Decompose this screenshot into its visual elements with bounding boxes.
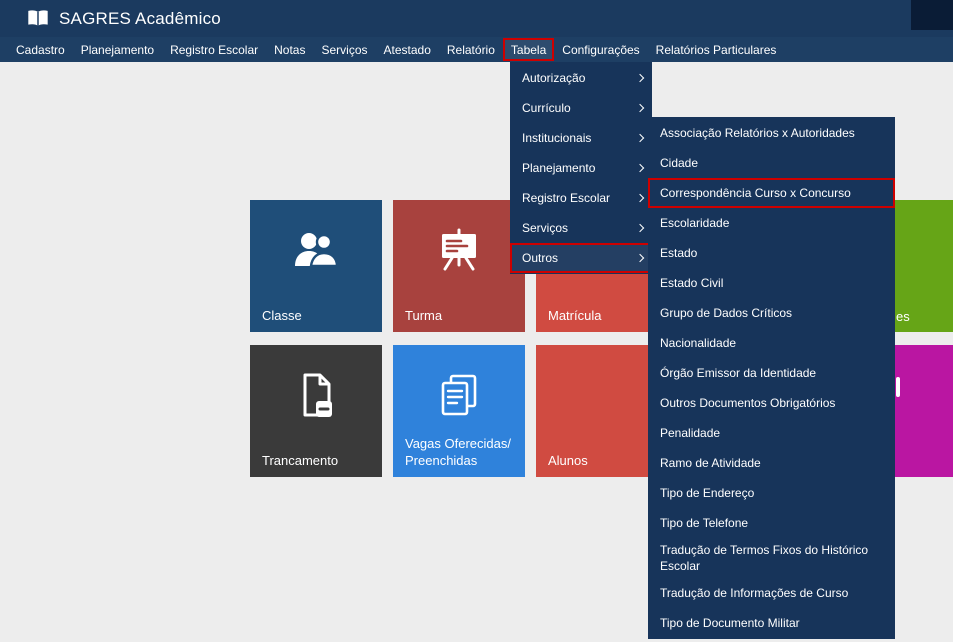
submenu-item-traducao-de-termos-fixos[interactable]: Tradução de Termos Fixos do Histórico Es…: [648, 538, 895, 578]
dropdown-item-label: Serviços: [522, 221, 568, 235]
tile-label: Trancamento: [262, 452, 374, 469]
documents-icon: [435, 371, 483, 419]
dropdown-item-curriculo[interactable]: Currículo: [510, 93, 652, 123]
menu-item-servicos[interactable]: Serviços: [313, 37, 375, 62]
menu-item-relatorio[interactable]: Relatório: [439, 37, 503, 62]
dropdown-item-label: Autorização: [522, 71, 585, 85]
presentation-icon: [435, 226, 483, 274]
menu-item-relatorios-particulares[interactable]: Relatórios Particulares: [648, 37, 785, 62]
titlebar-corner-button[interactable]: [911, 0, 953, 30]
submenu-item-ramo-de-atividade[interactable]: Ramo de Atividade: [648, 448, 895, 478]
tabela-dropdown-menu: Autorização Currículo Institucionais Pla…: [510, 62, 652, 274]
tile-classe[interactable]: Classe: [250, 200, 382, 332]
menubar: Cadastro Planejamento Registro Escolar N…: [0, 37, 953, 62]
dropdown-item-label: Institucionais: [522, 131, 591, 145]
chevron-right-icon: [636, 194, 644, 202]
tile-label: Classe: [262, 307, 374, 324]
submenu-item-grupo-de-dados-criticos[interactable]: Grupo de Dados Críticos: [648, 298, 895, 328]
menu-item-planejamento[interactable]: Planejamento: [73, 37, 162, 62]
submenu-item-escolaridade[interactable]: Escolaridade: [648, 208, 895, 238]
tile-label: Vagas Oferecidas/ Preenchidas: [405, 435, 517, 469]
submenu-item-outros-documentos-obrigatorios[interactable]: Outros Documentos Obrigatórios: [648, 388, 895, 418]
submenu-item-tipo-de-documento-militar[interactable]: Tipo de Documento Militar: [648, 608, 895, 638]
menu-item-atestado[interactable]: Atestado: [376, 37, 439, 62]
dropdown-item-label: Registro Escolar: [522, 191, 610, 205]
submenu-item-correspondencia-curso-x-concurso[interactable]: Correspondência Curso x Concurso: [648, 178, 895, 208]
chevron-right-icon: [636, 104, 644, 112]
titlebar: SAGRES Acadêmico: [0, 0, 953, 37]
people-icon: [292, 226, 340, 274]
tile-label: Matrícula: [548, 307, 660, 324]
tile-label-fragment: es: [896, 309, 910, 324]
outros-submenu: Associação Relatórios x Autoridades Cida…: [648, 117, 895, 639]
tile-trancamento[interactable]: Trancamento: [250, 345, 382, 477]
tile-label: Turma: [405, 307, 517, 324]
menu-item-cadastro[interactable]: Cadastro: [8, 37, 73, 62]
tile-vagas-oferecidas[interactable]: Vagas Oferecidas/ Preenchidas: [393, 345, 525, 477]
submenu-item-tipo-de-telefone[interactable]: Tipo de Telefone: [648, 508, 895, 538]
submenu-item-associacao-relatorios-x-autoridades[interactable]: Associação Relatórios x Autoridades: [648, 118, 895, 148]
chevron-right-icon: [636, 164, 644, 172]
chevron-right-icon: [636, 74, 644, 82]
submenu-item-cidade[interactable]: Cidade: [648, 148, 895, 178]
submenu-item-penalidade[interactable]: Penalidade: [648, 418, 895, 448]
book-icon: [26, 9, 50, 28]
dropdown-item-autorizacao[interactable]: Autorização: [510, 63, 652, 93]
menu-item-registro-escolar[interactable]: Registro Escolar: [162, 37, 266, 62]
submenu-item-estado-civil[interactable]: Estado Civil: [648, 268, 895, 298]
app-title: SAGRES Acadêmico: [59, 9, 221, 29]
dropdown-item-label: Outros: [522, 251, 558, 265]
menu-item-tabela[interactable]: Tabela: [503, 38, 554, 61]
dropdown-item-planejamento[interactable]: Planejamento: [510, 153, 652, 183]
tile-label: Alunos: [548, 452, 660, 469]
submenu-item-tipo-de-endereco[interactable]: Tipo de Endereço: [648, 478, 895, 508]
document-minus-icon: [292, 371, 340, 419]
dropdown-item-registro-escolar[interactable]: Registro Escolar: [510, 183, 652, 213]
chevron-right-icon: [636, 134, 644, 142]
submenu-item-estado[interactable]: Estado: [648, 238, 895, 268]
tile-turma[interactable]: Turma: [393, 200, 525, 332]
menu-item-configuracoes[interactable]: Configurações: [554, 37, 647, 62]
submenu-item-orgao-emissor-da-identidade[interactable]: Órgão Emissor da Identidade: [648, 358, 895, 388]
dropdown-item-institucionais[interactable]: Institucionais: [510, 123, 652, 153]
dropdown-item-outros[interactable]: Outros: [510, 243, 652, 273]
submenu-item-nacionalidade[interactable]: Nacionalidade: [648, 328, 895, 358]
dropdown-item-servicos[interactable]: Serviços: [510, 213, 652, 243]
menu-item-notas[interactable]: Notas: [266, 37, 313, 62]
chevron-right-icon: [636, 254, 644, 262]
dropdown-item-label: Currículo: [522, 101, 571, 115]
dropdown-item-label: Planejamento: [522, 161, 595, 175]
submenu-item-traducao-de-informacoes-de-curso[interactable]: Tradução de Informações de Curso: [648, 578, 895, 608]
chevron-right-icon: [636, 224, 644, 232]
